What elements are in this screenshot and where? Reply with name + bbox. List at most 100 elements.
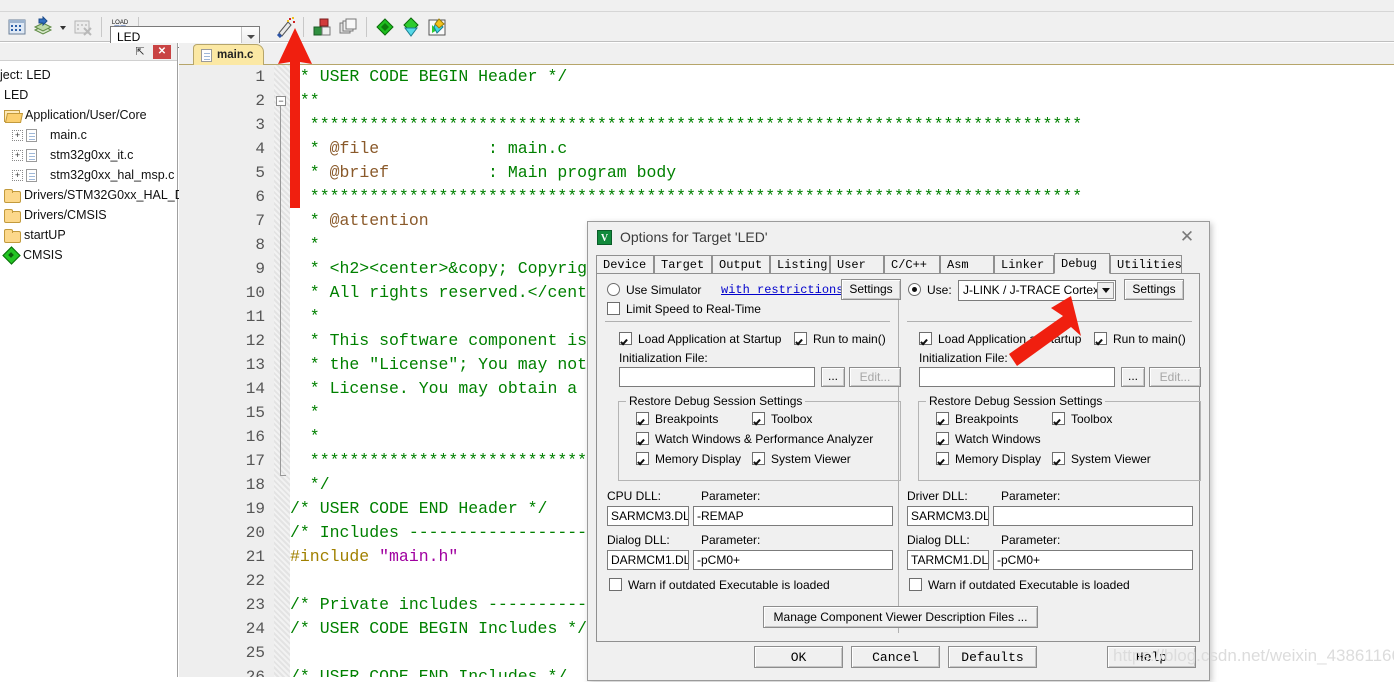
manage-windows-icon[interactable] [337,16,359,38]
right-dialog-dll-input[interactable]: TARMCM1.DLL [907,550,989,570]
code-line[interactable]: ****************************************… [290,185,1394,209]
expander-icon[interactable]: + [12,129,23,141]
c-file-icon [201,48,212,62]
right-browse-button[interactable]: ... [1121,367,1145,387]
tree-item-application-user-core[interactable]: Application/User/Core [0,105,177,125]
string-token: "main.h" [379,547,459,566]
debugger-select[interactable]: J-LINK / J-TRACE Cortex [958,280,1116,301]
code-line[interactable]: ****************************************… [290,113,1394,137]
right-dialog-param-input[interactable]: -pCM0+ [993,550,1193,570]
configuration-wizard-icon[interactable] [400,16,422,38]
left-toolbox-checkbox[interactable] [752,412,765,425]
code-folding-column[interactable]: − [274,65,290,677]
driver-dll-input[interactable]: SARMCM3.DLL [907,506,989,526]
use-simulator-radio[interactable] [607,283,620,296]
cancel-button[interactable]: Cancel [851,646,940,668]
dialog-tabstrip[interactable]: Device Target Output Listing User C/C++ … [596,253,1200,274]
right-run-to-main-checkbox[interactable] [1094,332,1107,345]
debugger-settings-button[interactable]: Settings [1124,279,1184,300]
simulator-settings-button[interactable]: Settings [841,279,901,300]
left-init-file-input[interactable] [619,367,815,387]
chevron-down-icon[interactable] [1097,282,1114,299]
right-toolbox-checkbox[interactable] [1052,412,1065,425]
manage-cv-description-files-button[interactable]: Manage Component Viewer Description File… [763,606,1038,628]
right-system-viewer-label: System Viewer [1071,452,1151,466]
left-system-viewer-checkbox[interactable] [752,452,765,465]
left-browse-button[interactable]: ... [821,367,845,387]
tree-item-label: stm32g0xx_hal_msp.c [50,168,175,182]
code-line[interactable]: /** [290,89,1394,113]
left-load-app-checkbox[interactable] [619,332,632,345]
left-dialog-param-input[interactable]: -pCM0+ [693,550,893,570]
pack-installer-icon[interactable] [374,16,396,38]
code-line[interactable]: * @brief : Main program body [290,161,1394,185]
close-icon[interactable]: ✕ [153,45,171,59]
tab-utilities[interactable]: Utilities [1110,255,1182,274]
main-toolbar[interactable]: LOAD LED [0,12,1394,48]
tab-output[interactable]: Output [712,255,770,274]
left-run-to-main-checkbox[interactable] [794,332,807,345]
tab-label: main.c [217,49,254,61]
left-watch-windows-checkbox[interactable] [636,432,649,445]
secondary-toolbar[interactable] [0,0,1394,12]
tab-main-c[interactable]: main.c [193,44,265,65]
tab-c-cpp[interactable]: C/C++ [884,255,940,274]
close-icon[interactable]: ✕ [1165,222,1209,252]
right-breakpoints-checkbox[interactable] [936,412,949,425]
right-init-file-input[interactable] [919,367,1115,387]
components-icon[interactable] [311,16,333,38]
tab-listing[interactable]: Listing [770,255,830,274]
right-memory-display-checkbox[interactable] [936,452,949,465]
project-pane[interactable]: ⇱ ✕ ject: LED LED Application/User/Core … [0,43,191,677]
defaults-button[interactable]: Defaults [948,646,1037,668]
batch-build-icon[interactable] [32,16,54,38]
left-breakpoints-checkbox[interactable] [636,412,649,425]
new-project-icon[interactable] [6,16,28,38]
tab-linker[interactable]: Linker [994,255,1054,274]
expander-icon[interactable]: + [12,169,23,181]
fold-toggle-icon[interactable]: − [276,96,286,106]
dropdown-caret-icon[interactable] [58,16,68,38]
tree-item-stm32g0xx-it-c[interactable]: + stm32g0xx_it.c [0,145,177,165]
tree-item-cmsis[interactable]: CMSIS [0,245,177,265]
right-watch-windows-checkbox[interactable] [936,432,949,445]
fold-range-end [280,475,286,476]
right-warn-outdated-checkbox[interactable] [909,578,922,591]
code-line[interactable]: /* USER CODE BEGIN Header */ [290,65,1394,89]
cpu-dll-param-input[interactable]: -REMAP [693,506,893,526]
tree-item-startup[interactable]: startUP [0,225,177,245]
multi-project-icon[interactable] [426,16,448,38]
editor-tabbar[interactable]: main.c [179,43,1394,65]
left-memory-display-checkbox[interactable] [636,452,649,465]
cpu-dll-input[interactable]: SARMCM3.DLL [607,506,689,526]
tab-user[interactable]: User [830,255,884,274]
tab-device[interactable]: Device [596,255,654,274]
folder-open-icon [4,109,20,122]
line-number: 8 [255,236,265,254]
left-warn-outdated-checkbox[interactable] [609,578,622,591]
right-load-app-checkbox[interactable] [919,332,932,345]
tab-asm[interactable]: Asm [940,255,994,274]
tab-debug[interactable]: Debug [1054,253,1110,274]
right-system-viewer-checkbox[interactable] [1052,452,1065,465]
tab-target[interactable]: Target [654,255,712,274]
options-for-target-dialog[interactable]: V Options for Target 'LED' ✕ Device Targ… [587,221,1210,681]
driver-dll-param-input[interactable] [993,506,1193,526]
tree-item-main-c[interactable]: + main.c [0,125,177,145]
pin-icon[interactable]: ⇱ [133,45,147,59]
use-debugger-radio[interactable] [908,283,921,296]
tree-item-drivers-hal[interactable]: Drivers/STM32G0xx_HAL_Dri [0,185,191,205]
tree-item-drivers-cmsis[interactable]: Drivers/CMSIS [0,205,177,225]
expander-icon[interactable]: + [12,149,23,161]
left-dialog-dll-input[interactable]: DARMCM1.DLL [607,550,689,570]
ok-button[interactable]: OK [754,646,843,668]
project-tree[interactable]: ject: LED LED Application/User/Core + ma… [0,61,191,265]
with-restrictions-link[interactable]: with restrictions [721,283,843,297]
clean-target-icon[interactable] [72,16,94,38]
target-options-icon[interactable] [274,16,296,38]
line-number: 20 [245,524,265,542]
tree-item-stm32g0xx-hal-msp-c[interactable]: + stm32g0xx_hal_msp.c [0,165,177,185]
tree-item-led[interactable]: LED [0,85,177,105]
code-line[interactable]: * @file : main.c [290,137,1394,161]
limit-speed-checkbox[interactable] [607,302,620,315]
